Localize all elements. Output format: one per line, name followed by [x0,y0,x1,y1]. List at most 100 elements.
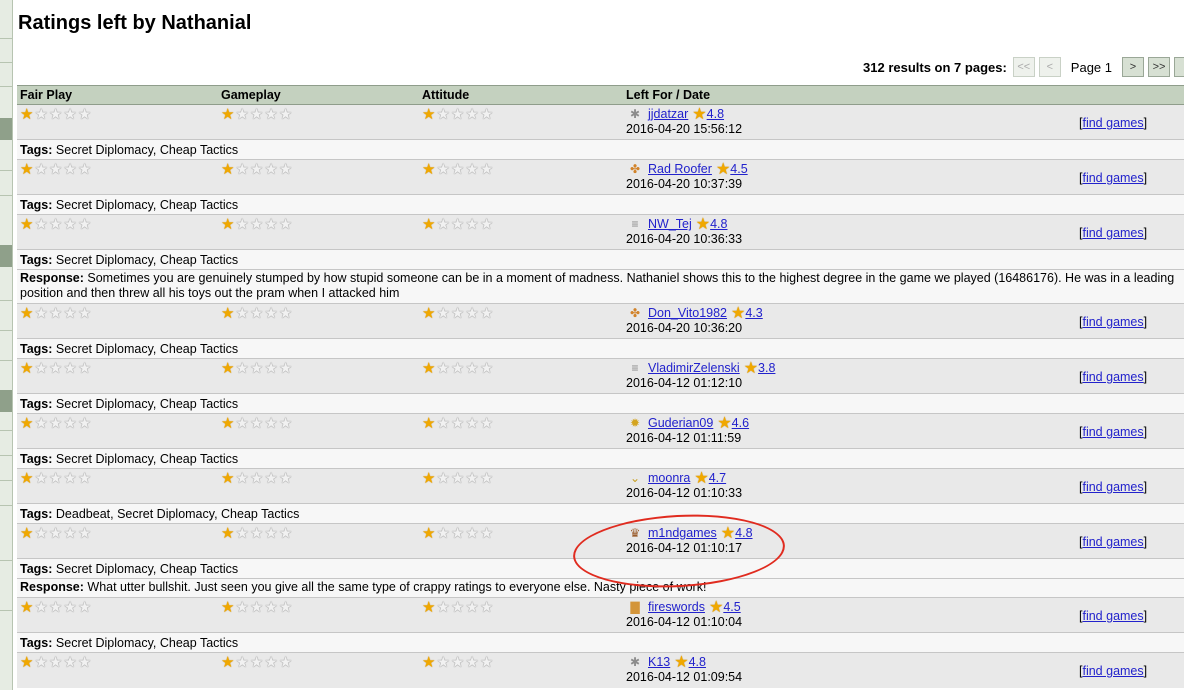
star-empty-icon: ★ [264,161,278,178]
level-star-icon: ★ [695,216,711,233]
find-games-cell: [find games] [1076,104,1184,140]
find-games-link[interactable]: find games [1082,425,1143,439]
find-games-link[interactable]: find games [1082,315,1143,329]
star-filled-icon: ★ [20,161,34,178]
player-link[interactable]: jjdatzar [648,107,688,122]
star-filled-icon: ★ [20,216,34,233]
player-level[interactable]: ★ 4.6 [717,416,749,432]
star-empty-icon: ★ [450,216,465,233]
tags-row: Tags: Secret Diplomacy, Cheap Tactics [17,558,1184,579]
star-empty-icon: ★ [450,106,465,123]
player-link[interactable]: fireswords [648,600,705,615]
player-level-link[interactable]: 4.3 [745,306,762,321]
player-link[interactable]: Rad Roofer [648,162,712,177]
player-level[interactable]: ★ 4.8 [695,216,728,233]
find-games-link[interactable]: find games [1082,609,1143,623]
tags-value: Secret Diplomacy, Cheap Tactics [55,451,239,466]
last-page-button[interactable]: >> [1148,57,1170,77]
player-link[interactable]: m1ndgames [648,526,717,541]
player-level-link[interactable]: 4.5 [730,162,747,177]
player-level-link[interactable]: 4.8 [707,107,724,122]
player-link[interactable]: Don_Vito1982 [648,306,727,321]
star-empty-icon: ★ [479,106,494,123]
player-level[interactable]: ★ 4.5 [708,599,741,616]
star-empty-icon: ★ [63,216,77,233]
star-empty-icon: ★ [436,599,450,616]
star-filled-icon: ★ [422,470,436,487]
gameplay-stars: ★ ★ ★ ★ ★ [221,416,292,432]
find-games-link[interactable]: find games [1082,370,1143,384]
star-empty-icon: ★ [235,305,249,322]
left-for-cell: ✹ Guderian09 ★ 4.6 2016-04-12 01:11:59 [623,413,1076,449]
find-games-link[interactable]: find games [1082,116,1143,130]
prev-page-button[interactable]: < [1038,57,1061,77]
ratings-body: ★ ★ ★ ★ ★ ★ ★ ★ ★ ★ ★ ★ ★ ★ ★ ✱ jjdatzar ★ 4.8 2016-04-20 1… [17,104,1184,688]
star-empty-icon: ★ [34,161,48,178]
rating-date: 2016-04-20 10:36:20 [626,321,743,335]
star-filled-icon: ★ [422,654,436,671]
star-empty-icon: ★ [465,360,479,377]
player-level-link[interactable]: 4.7 [709,471,726,486]
rank-wings-icon: ✤ [629,306,641,320]
response-text: What utter bullshit. Just seen you give … [87,580,707,594]
star-empty-icon: ★ [465,161,479,178]
star-filled-icon: ★ [20,106,34,123]
star-filled-icon: ★ [422,216,436,233]
tags-value: Secret Diplomacy, Cheap Tactics [55,142,239,157]
ratings-table: Fair Play Gameplay Attitude Left For / D… [17,85,1184,688]
star-empty-icon: ★ [264,216,278,233]
tags-cell: Tags: Deadbeat, Secret Diplomacy, Cheap … [17,503,1184,524]
player-level-link[interactable]: 3.8 [758,361,775,376]
tags-row: Tags: Secret Diplomacy, Cheap Tactics [17,632,1184,653]
level-star-icon: ★ [708,599,724,616]
star-filled-icon: ★ [221,599,235,616]
find-games-link[interactable]: find games [1082,535,1143,549]
player-link[interactable]: NW_Tej [648,217,692,232]
star-empty-icon: ★ [264,525,278,542]
star-filled-icon: ★ [422,525,436,542]
first-page-button[interactable]: << [1012,57,1035,77]
player-link[interactable]: VladimirZelenski [648,361,740,376]
star-empty-icon: ★ [249,599,264,616]
player-level-link[interactable]: 4.5 [723,600,740,615]
player-level[interactable]: ★ 3.8 [744,361,776,377]
player-level-link[interactable]: 4.8 [735,526,752,541]
find-games-link[interactable]: find games [1082,664,1143,678]
tags-row: Tags: Secret Diplomacy, Cheap Tactics [17,448,1184,469]
rank-chevron-icon: ⌄ [629,471,641,485]
player-link[interactable]: moonra [648,471,690,486]
player-level[interactable]: ★ 4.7 [694,471,726,487]
extra-page-button[interactable] [1174,57,1184,77]
player-level[interactable]: ★ 4.8 [720,525,753,542]
player-level-link[interactable]: 4.8 [710,217,727,232]
pagination: 312 results on 7 pages: << < Page 1 > >> [863,56,1184,78]
next-page-button[interactable]: > [1122,57,1144,77]
rating-date: 2016-04-12 01:10:17 [626,541,743,555]
player-level[interactable]: ★ 4.3 [731,306,763,322]
star-empty-icon: ★ [450,654,465,671]
tags-value: Secret Diplomacy, Cheap Tactics [55,561,239,576]
player-link[interactable]: K13 [648,655,670,670]
star-empty-icon: ★ [479,470,494,487]
player-link[interactable]: Guderian09 [648,416,713,431]
player-level[interactable]: ★ 4.5 [716,162,748,178]
star-empty-icon: ★ [465,305,479,322]
find-games-link[interactable]: find games [1082,171,1143,185]
star-filled-icon: ★ [221,161,235,178]
response-row: Response: What utter bullshit. Just seen… [17,578,1184,598]
player-level[interactable]: ★ 4.8 [692,107,724,123]
find-games-link[interactable]: find games [1082,226,1143,240]
tags-label: Tags: [20,142,53,157]
player-level[interactable]: ★ 4.8 [674,655,706,671]
player-level-link[interactable]: 4.6 [732,416,749,431]
response-label: Response: [20,271,84,285]
star-empty-icon: ★ [235,360,249,377]
col-header-left-for-date: Left For / Date [623,85,1076,105]
level-star-icon: ★ [720,525,736,542]
star-empty-icon: ★ [34,470,48,487]
rating-date: 2016-04-12 01:10:04 [626,615,743,629]
player-level-link[interactable]: 4.8 [689,655,706,670]
star-empty-icon: ★ [63,305,77,322]
star-empty-icon: ★ [48,599,63,616]
find-games-link[interactable]: find games [1082,480,1143,494]
